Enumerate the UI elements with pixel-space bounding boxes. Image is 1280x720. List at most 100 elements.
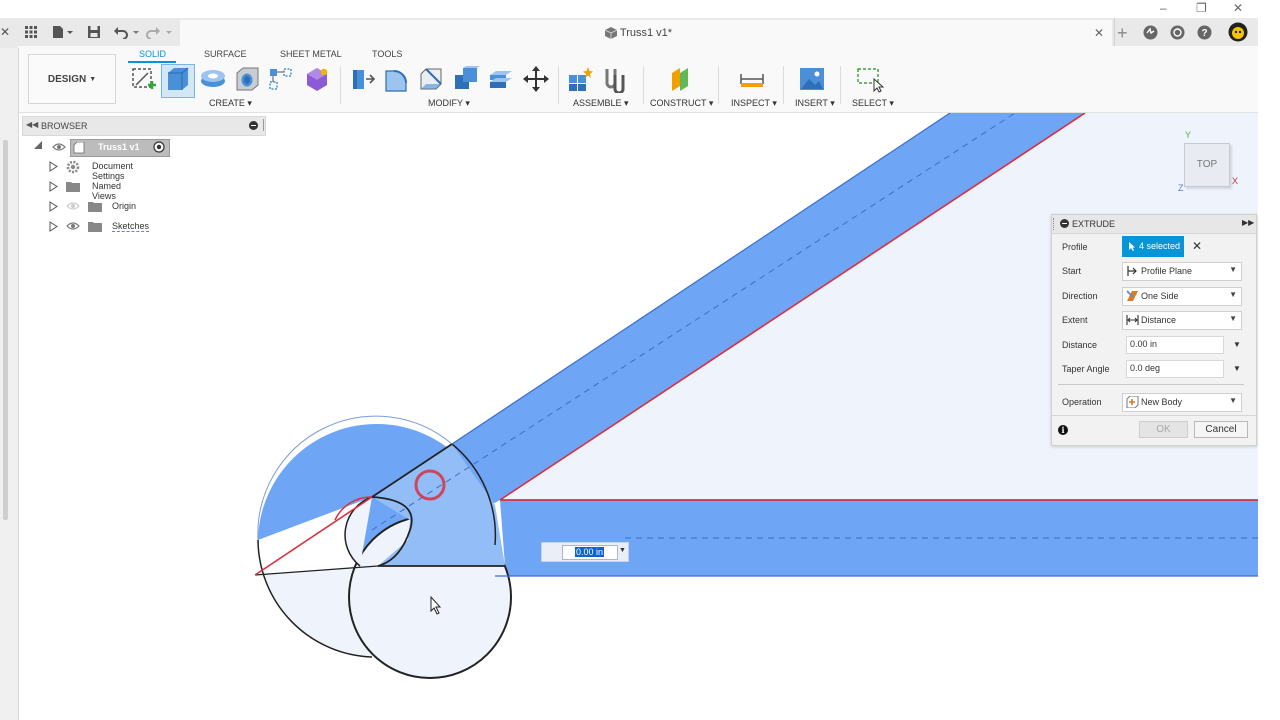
taper-dropdown-icon[interactable]: ▼ (1233, 364, 1241, 373)
dialog-minimize-icon[interactable] (1060, 219, 1069, 228)
inspect-label: INSPECT (731, 98, 770, 108)
browser-header[interactable]: ◀◀ BROWSER (22, 116, 266, 136)
distance-icon (1126, 315, 1139, 325)
extent-value: Distance (1141, 315, 1177, 325)
distance-input[interactable]: 0.00 in (1126, 336, 1224, 354)
chamfer-icon[interactable] (417, 65, 445, 93)
clear-selection-icon[interactable]: ✕ (1192, 239, 1202, 253)
inspect-menu[interactable]: INSPECT ▾ (731, 98, 777, 109)
scrollbar-thumb[interactable] (3, 140, 8, 520)
gear-icon (66, 160, 80, 174)
distance-dropdown-icon[interactable]: ▼ (1233, 340, 1241, 349)
browser-minimize-icon[interactable] (249, 121, 258, 130)
construct-label: CONSTRUCT (650, 98, 707, 108)
direction-dropdown[interactable]: One Side ▼ (1122, 287, 1242, 306)
close-tab-icon[interactable]: ✕ (1094, 26, 1104, 40)
tab-solid[interactable]: SOLID (139, 49, 166, 59)
extrude-header[interactable]: EXTRUDE ▶▶ (1052, 215, 1256, 234)
expand-arrow-icon[interactable] (49, 161, 58, 172)
modify-label: MODIFY (428, 98, 463, 108)
document-icon (73, 142, 85, 154)
select-box-icon[interactable] (856, 65, 884, 93)
measure-icon[interactable] (738, 65, 766, 93)
canvas-distance-input[interactable]: 0.00 in ▼ (541, 542, 629, 562)
operation-dropdown[interactable]: New Body ▼ (1122, 393, 1242, 412)
save-icon[interactable] (87, 25, 101, 39)
redo-icon[interactable] (146, 25, 174, 39)
apps-grid-icon[interactable] (25, 26, 37, 38)
operation-value: New Body (1141, 397, 1183, 407)
insert-image-icon[interactable] (798, 65, 826, 93)
revolve-icon[interactable] (199, 65, 227, 93)
activate-radio-icon[interactable] (153, 141, 165, 153)
collapse-browser-icon[interactable]: ◀◀ (26, 120, 38, 129)
extrude-icon[interactable] (163, 65, 191, 93)
user-avatar-icon[interactable] (1228, 22, 1248, 42)
tab-sheet-metal[interactable]: SHEET METAL (280, 49, 342, 59)
info-icon[interactable]: i (1058, 425, 1068, 435)
new-component-icon[interactable] (566, 65, 594, 93)
notifications-icon[interactable] (1170, 25, 1185, 40)
offset-plane-icon[interactable] (666, 65, 694, 93)
undo-icon[interactable] (113, 25, 141, 39)
form-icon[interactable] (303, 65, 331, 93)
browser-title: BROWSER (41, 121, 88, 131)
extent-dropdown[interactable]: Distance ▼ (1122, 311, 1242, 330)
insert-menu[interactable]: INSERT ▾ (795, 98, 835, 109)
root-label: Truss1 v1 (98, 142, 140, 152)
close-window-icon[interactable]: ✕ (1233, 1, 1243, 15)
create-sketch-icon[interactable] (130, 65, 158, 93)
eye-hidden-icon[interactable] (66, 201, 80, 211)
axis-x-label: X (1232, 176, 1239, 186)
taper-angle-input[interactable]: 0.0 deg (1126, 360, 1224, 378)
press-pull-icon[interactable] (348, 65, 376, 93)
active-tab-indicator (128, 61, 176, 63)
viewcube[interactable]: TOP (1184, 143, 1230, 187)
create-menu[interactable]: CREATE ▾ (209, 98, 252, 109)
help-icon[interactable]: ? (1197, 25, 1212, 40)
extrude-title: EXTRUDE (1072, 219, 1116, 229)
workspace-switcher[interactable]: DESIGN ▼ (28, 54, 116, 104)
joint-icon[interactable] (601, 65, 629, 93)
assemble-menu[interactable]: ASSEMBLE ▾ (573, 98, 629, 109)
eye-icon[interactable] (52, 142, 66, 152)
restore-icon[interactable]: ❐ (1196, 1, 1207, 15)
tab-tools[interactable]: TOOLS (372, 49, 402, 59)
fillet-icon[interactable] (382, 65, 410, 93)
window-title-strip (0, 0, 1280, 18)
cursor-arrow-icon (1129, 242, 1135, 251)
new-tab-icon[interactable]: + (1117, 23, 1128, 44)
construct-menu[interactable]: CONSTRUCT ▾ (650, 98, 713, 109)
profile-value: 4 selected (1139, 241, 1181, 251)
hole-icon[interactable] (233, 65, 261, 93)
chevron-down-icon[interactable]: ▼ (619, 547, 626, 554)
expand-arrow-icon[interactable] (49, 181, 58, 192)
ok-button[interactable]: OK (1139, 421, 1188, 438)
close-panel-icon[interactable]: ✕ (0, 25, 10, 39)
expand-dialog-icon[interactable]: ▶▶ (1242, 218, 1254, 227)
browser-item-label: Named Views (92, 181, 122, 201)
start-dropdown[interactable]: Profile Plane ▼ (1122, 262, 1242, 281)
shell-icon[interactable] (487, 65, 515, 93)
select-menu[interactable]: SELECT ▾ (852, 98, 894, 109)
profile-selector[interactable]: 4 selected (1122, 236, 1184, 257)
pattern-icon[interactable] (267, 65, 295, 93)
document-tab[interactable]: Truss1 v1* ✕ (180, 20, 1112, 49)
expand-arrow-icon[interactable] (49, 221, 58, 232)
tab-surface[interactable]: SURFACE (204, 49, 247, 59)
create-label: CREATE (209, 98, 245, 108)
expand-triangle-icon[interactable] (34, 141, 42, 149)
combine-icon[interactable] (452, 65, 480, 93)
workspace-label: DESIGN (47, 73, 87, 85)
direction-value: One Side (1141, 291, 1179, 301)
modify-menu[interactable]: MODIFY ▾ (428, 98, 470, 109)
cancel-button[interactable]: Cancel (1194, 421, 1248, 438)
move-icon[interactable] (522, 65, 550, 93)
minimize-icon[interactable]: – (1160, 1, 1167, 15)
folder-icon (66, 182, 80, 192)
eye-icon[interactable] (66, 221, 80, 231)
right-edge (1258, 0, 1280, 720)
job-status-icon[interactable] (1143, 25, 1158, 40)
expand-arrow-icon[interactable] (49, 201, 58, 212)
file-icon[interactable] (52, 25, 74, 39)
